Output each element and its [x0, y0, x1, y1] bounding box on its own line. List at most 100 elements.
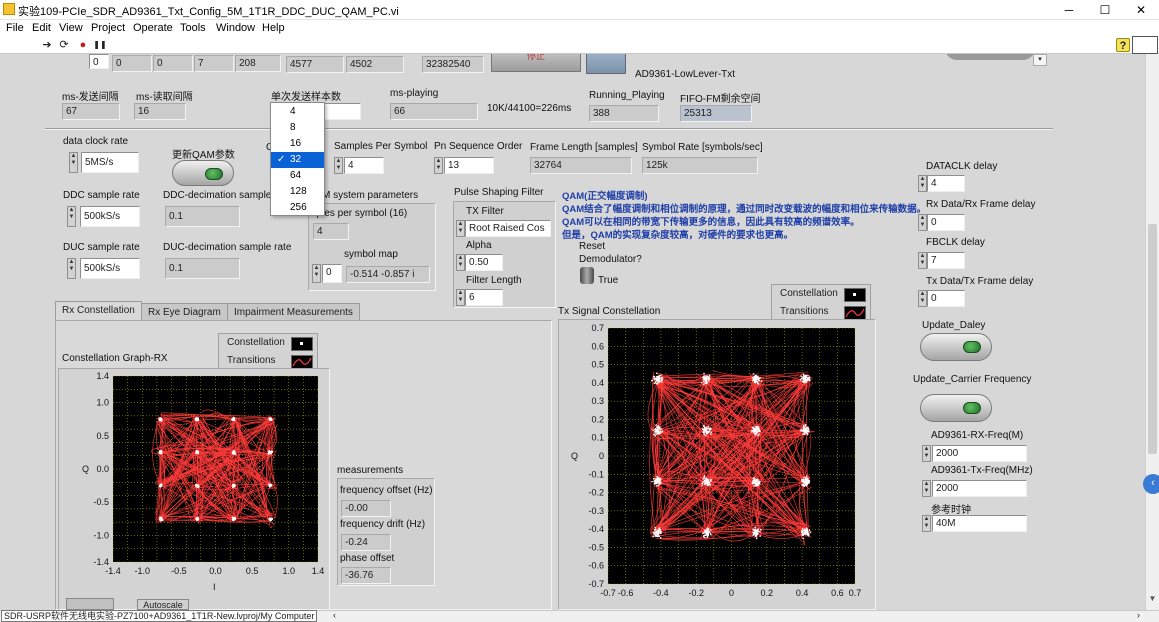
data-clock-spinner[interactable]: ▲ ▼: [69, 152, 78, 173]
single-samples-ring[interactable]: [323, 103, 361, 120]
fbclk-delay-value[interactable]: 7: [927, 252, 965, 269]
constellation-point: [195, 517, 198, 520]
constellation-point: [701, 482, 704, 485]
dropdown-option-32[interactable]: ✓ 32: [271, 152, 324, 168]
menu-edit[interactable]: Edit: [32, 20, 51, 36]
y-tick-label: -0.7: [588, 579, 604, 589]
x-tick-label: -0.6: [618, 588, 634, 598]
minimize-button[interactable]: ─: [1051, 0, 1087, 20]
tx-freq-spinner[interactable]: ▲ ▼: [922, 480, 931, 497]
rx-freq-spinner[interactable]: ▲ ▼: [922, 445, 931, 462]
filter-length-spinner[interactable]: ▲ ▼: [456, 289, 465, 306]
graph-palette-tools[interactable]: [66, 598, 114, 610]
menu-window[interactable]: Window: [216, 20, 255, 36]
constellation-point: [759, 535, 761, 537]
dropdown-option-16[interactable]: 16: [271, 136, 324, 152]
filter-length-value[interactable]: 6: [465, 289, 503, 306]
ddc-sample-rate-value[interactable]: 500kS/s: [80, 206, 140, 227]
menu-project[interactable]: Project: [91, 20, 125, 36]
update-carrier-button[interactable]: [920, 394, 992, 422]
alpha-spinner[interactable]: ▲ ▼: [456, 254, 465, 271]
constellation-point: [704, 376, 706, 379]
ref-clock-spinner[interactable]: ▲ ▼: [922, 515, 931, 532]
maximize-button[interactable]: ☐: [1087, 0, 1123, 20]
constellation-point: [659, 428, 662, 431]
duc-sample-rate-label: DUC sample rate: [63, 242, 140, 253]
menu-view[interactable]: View: [59, 20, 83, 36]
alpha-value[interactable]: 0.50: [465, 254, 503, 271]
autoscale-button[interactable]: Autoscale: [137, 599, 189, 610]
scroll-down-arrow-icon[interactable]: ▼: [1147, 594, 1158, 605]
tab-rx-eye-diagram[interactable]: Rx Eye Diagram: [141, 303, 228, 321]
fbclk-delay-spinner[interactable]: ▲ ▼: [918, 252, 927, 269]
samples-per-symbol-value[interactable]: 4: [344, 157, 384, 174]
pause-icon[interactable]: ❚❚: [93, 38, 107, 52]
symbol-map-index[interactable]: 0: [322, 264, 342, 283]
y-tick-label: 0.1: [591, 433, 604, 443]
tx-filter-label: TX Filter: [466, 206, 504, 217]
rx-freq-value[interactable]: 2000: [932, 445, 1027, 462]
rx-frame-delay-spinner[interactable]: ▲ ▼: [918, 214, 927, 231]
constellation-point: [752, 528, 755, 531]
dropdown-option-64[interactable]: 64: [271, 168, 324, 184]
tx-frame-delay-spinner[interactable]: ▲ ▼: [918, 290, 927, 307]
menu-help[interactable]: Help: [262, 20, 285, 36]
y-tick-label: 1.4: [96, 371, 109, 381]
dropdown-option-8[interactable]: 8: [271, 120, 324, 136]
constellation-point: [269, 484, 272, 487]
run-continuously-icon[interactable]: ⟳: [57, 38, 71, 52]
rx-frame-delay-label: Rx Data/Rx Frame delay: [926, 199, 1036, 210]
tx-filter-spinner[interactable]: ▲ ▼: [456, 220, 465, 237]
rx-frame-delay-value[interactable]: 0: [927, 214, 965, 231]
tab-impairment-measurements[interactable]: Impairment Measurements: [227, 303, 360, 321]
ddc-sample-rate-spinner[interactable]: ▲ ▼: [67, 206, 76, 227]
constellation-point: [801, 380, 804, 383]
rx-constellation-graph[interactable]: -1.4 -1.0 -0.5 0.0 0.5 1.0 1.4 1.4 1.0 0.5 0.0 -0.…: [58, 368, 330, 610]
index-control[interactable]: 0: [89, 54, 109, 69]
pn-sequence-value[interactable]: 13: [444, 157, 494, 174]
constellation-point: [655, 431, 657, 433]
menu-file[interactable]: File: [6, 20, 24, 36]
constellation-point: [755, 532, 757, 534]
dropdown-option-256[interactable]: 256: [271, 200, 324, 216]
stop-button[interactable]: 停止: [491, 54, 581, 72]
duc-sample-rate-value[interactable]: 500kS/s: [80, 258, 140, 279]
constellation-point: [756, 481, 759, 484]
menu-tools[interactable]: Tools: [180, 20, 206, 36]
tab-rx-constellation[interactable]: Rx Constellation: [55, 301, 142, 321]
update-delay-button[interactable]: [920, 333, 992, 361]
constellation-point: [705, 380, 708, 383]
close-button[interactable]: ✕: [1123, 0, 1159, 20]
dropdown-option-128[interactable]: 128: [271, 184, 324, 200]
sps-spinner[interactable]: ▲ ▼: [334, 157, 343, 174]
constellation-point: [808, 376, 811, 378]
constellation-point: [702, 425, 705, 427]
dropdown-option-4[interactable]: 4: [271, 104, 324, 120]
vertical-scrollbar[interactable]: ▼: [1145, 54, 1159, 610]
dataclk-delay-spinner[interactable]: ▲ ▼: [918, 175, 927, 192]
scroll-right-icon[interactable]: ›: [1137, 610, 1140, 620]
dataclk-delay-value[interactable]: 4: [927, 175, 965, 192]
side-expand-icon[interactable]: ‹: [1143, 474, 1159, 494]
window-title: 实验109-PCIe_SDR_AD9361_Txt_Config_5M_1T1R…: [18, 6, 399, 18]
pn-spinner[interactable]: ▲ ▼: [434, 157, 443, 174]
run-arrow-icon[interactable]: ➔: [40, 38, 54, 52]
reset-toggle-switch[interactable]: [580, 267, 594, 284]
update-qam-button[interactable]: [172, 160, 234, 186]
constellation-point: [754, 528, 757, 531]
context-help-icon[interactable]: ?: [1116, 38, 1130, 52]
tx-filter-value[interactable]: Root Raised Cos: [465, 220, 551, 237]
abort-icon[interactable]: ●: [76, 38, 90, 52]
tx-freq-value[interactable]: 2000: [932, 480, 1027, 497]
symbol-map-spinner[interactable]: ▲ ▼: [312, 264, 321, 283]
scroll-down-icon[interactable]: ▾: [1033, 54, 1047, 66]
tx-frame-delay-value[interactable]: 0: [927, 290, 965, 307]
duc-sample-rate-spinner[interactable]: ▲ ▼: [67, 258, 76, 279]
tx-constellation-graph[interactable]: -0.7 -0.6 -0.4 -0.2 0 0.2 0.4 0.6 0.7 0.70.60.50…: [558, 319, 876, 610]
data-clock-value[interactable]: 5MS/s: [81, 152, 139, 173]
scroll-left-icon[interactable]: ‹: [333, 610, 336, 620]
scrollbar-thumb[interactable]: [1148, 224, 1157, 454]
constellation-point: [653, 480, 656, 482]
ref-clock-value[interactable]: 40M: [932, 515, 1027, 532]
menu-operate[interactable]: Operate: [133, 20, 173, 36]
